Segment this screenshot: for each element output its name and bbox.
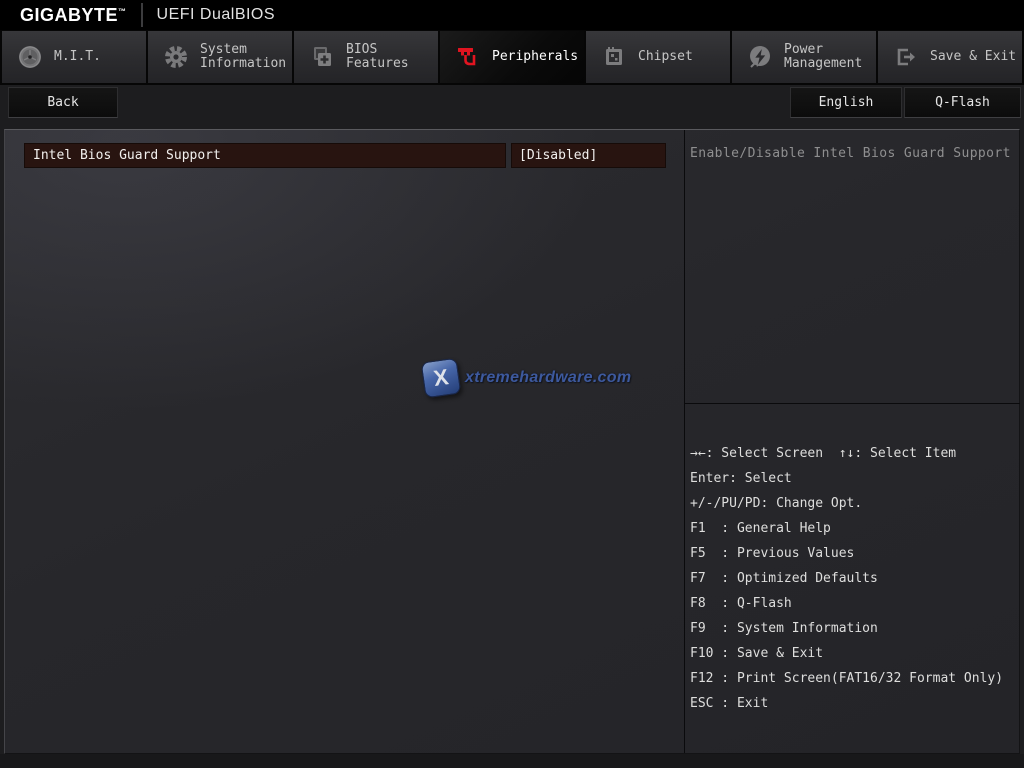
- option-label-box[interactable]: Intel Bios Guard Support: [24, 143, 506, 168]
- tab-system-information[interactable]: System Information: [148, 31, 292, 83]
- help-panel-divider: [685, 403, 1020, 404]
- tab-mit[interactable]: M.I.T.: [2, 31, 146, 83]
- watermark-x-badge-icon: X: [420, 357, 462, 399]
- title-bar: GIGABYTE™ UEFI DualBIOS: [0, 0, 1024, 30]
- tab-chipset[interactable]: Chipset: [586, 31, 730, 83]
- shortcut-key-legend: →←: Select Screen ↑↓: Select Item Enter:…: [690, 444, 1018, 719]
- titlebar-separator: [140, 3, 143, 27]
- tab-label-bios-features: BIOS Features: [346, 42, 409, 71]
- shortcut-f1: F1 : General Help: [690, 521, 831, 536]
- qflash-button[interactable]: Q-Flash: [904, 87, 1021, 118]
- main-panel: Intel Bios Guard Support [Disabled] X xt…: [4, 129, 1020, 754]
- option-value-box[interactable]: [Disabled]: [511, 143, 666, 168]
- chip-icon: [606, 47, 622, 65]
- language-button[interactable]: English: [790, 87, 902, 118]
- watermark-text: xtremehardware.com: [465, 369, 632, 386]
- shortcut-f9: F9 : System Information: [690, 621, 878, 636]
- help-text: Enable/Disable Intel Bios Guard Support: [690, 146, 1011, 161]
- back-button[interactable]: Back: [8, 87, 118, 118]
- tab-label-power-management: Power Management: [784, 42, 863, 71]
- tab-power-management[interactable]: Power Management: [732, 31, 876, 83]
- help-panel: Enable/Disable Intel Bios Guard Support …: [684, 130, 1020, 753]
- mit-dial-icon: [19, 46, 41, 68]
- tab-label-system-information: System Information: [200, 42, 287, 71]
- bottom-strip: [0, 754, 1024, 768]
- shortcut-f5: F5 : Previous Values: [690, 546, 855, 561]
- tab-label-chipset: Chipset: [638, 49, 693, 64]
- option-label: Intel Bios Guard Support: [33, 148, 221, 163]
- tab-label-mit: M.I.T.: [54, 49, 101, 64]
- tab-label-peripherals: Peripherals: [492, 49, 579, 64]
- tab-label-save-exit: Save & Exit: [930, 49, 1017, 64]
- trademark-symbol: ™: [118, 6, 127, 16]
- shortcut-f7: F7 : Optimized Defaults: [690, 571, 878, 586]
- tab-bios-features[interactable]: BIOS Features: [294, 31, 438, 83]
- shortcut-esc: ESC : Exit: [690, 696, 769, 711]
- watermark: X xtremehardware.com: [420, 357, 632, 399]
- lightning-icon: [750, 46, 770, 68]
- gigabyte-logo: GIGABYTE™: [20, 4, 127, 25]
- folders-plus-icon: [314, 47, 331, 66]
- tab-peripherals[interactable]: Peripherals: [440, 31, 584, 83]
- shortcut-f8: F8 : Q-Flash: [690, 596, 792, 611]
- exit-arrow-icon: [897, 48, 915, 66]
- tab-strip: M.I.T. System Information BIOS Features …: [0, 30, 1024, 85]
- gear-icon: [165, 46, 187, 68]
- shortcut-change-opt: +/-/PU/PD: Change Opt.: [690, 496, 863, 511]
- option-value: [Disabled]: [519, 148, 598, 163]
- bios-title: UEFI DualBIOS: [156, 6, 276, 23]
- tab-save-exit[interactable]: Save & Exit: [878, 31, 1022, 83]
- plug-icon: [458, 48, 476, 66]
- shortcut-f12: F12 : Print Screen(FAT16/32 Format Only): [690, 671, 1004, 686]
- shortcut-select-screen-item: →←: Select Screen ↑↓: Select Item: [690, 446, 957, 461]
- shortcut-enter: Enter: Select: [690, 471, 792, 486]
- shortcut-f10: F10 : Save & Exit: [690, 646, 824, 661]
